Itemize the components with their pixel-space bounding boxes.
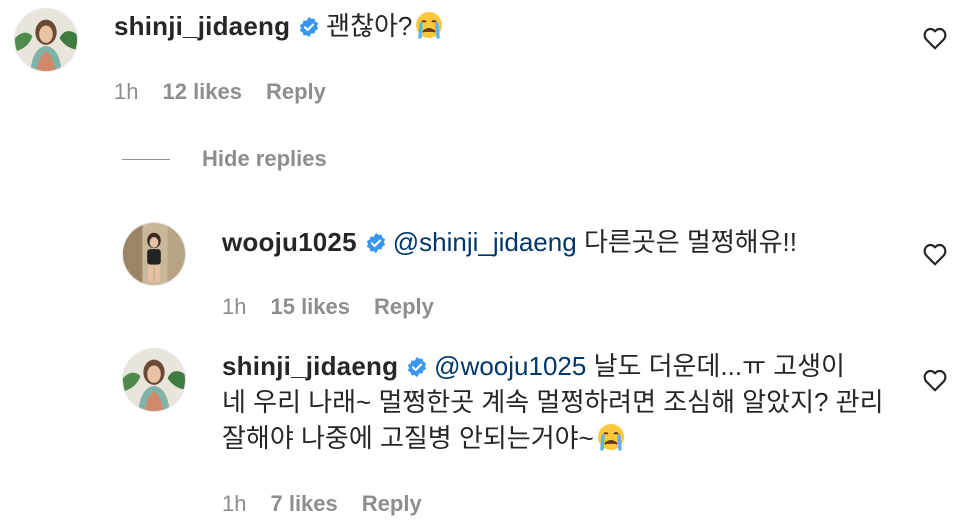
reply-button[interactable]: Reply (374, 294, 434, 320)
verified-badge-icon (365, 227, 387, 254)
comment-username[interactable]: shinji_jidaeng (222, 351, 398, 381)
avatar[interactable] (14, 8, 78, 72)
hide-replies-label: Hide replies (202, 146, 327, 171)
comment-meta: 1h 7 likes Reply (222, 491, 422, 517)
likes-count[interactable]: 7 likes (270, 491, 337, 517)
heart-icon[interactable] (922, 242, 948, 266)
comment-username[interactable]: wooju1025 (222, 227, 357, 257)
comment-text: shinji_jidaeng @wooju1025 날도 더운데...ㅠ 고생이 … (222, 348, 912, 456)
reply-button[interactable]: Reply (362, 491, 422, 517)
comment-meta: 1h 15 likes Reply (222, 294, 434, 320)
comment-body: 잘해야 나중에 고질병 안되는거야~ (222, 423, 594, 453)
comment-body: 괜찮아? (326, 11, 413, 41)
divider (122, 158, 170, 160)
crying-face-icon (596, 422, 626, 452)
comment-meta: 1h 12 likes Reply (114, 79, 326, 105)
mention-link[interactable]: @wooju1025 (434, 351, 586, 381)
verified-badge-icon (406, 351, 428, 378)
comment-line: 잘해야 나중에 고질병 안되는거야~ (222, 420, 912, 456)
mention-link[interactable]: @shinji_jidaeng (393, 227, 577, 257)
comment-timestamp[interactable]: 1h (222, 294, 246, 320)
comment-text: shinji_jidaeng 괜찮아? (114, 8, 444, 44)
comment-line: 네 우리 나래~ 멀쩡한곳 계속 멀쩡하려면 조심해 알았지? 관리 (222, 387, 884, 417)
comment-body: 다른곳은 멀쩡해유!! (583, 227, 797, 257)
reply-button[interactable]: Reply (266, 79, 326, 105)
comment-timestamp[interactable]: 1h (222, 491, 246, 517)
comment-text: wooju1025 @shinji_jidaeng 다른곳은 멀쩡해유!! (222, 224, 797, 260)
likes-count[interactable]: 15 likes (270, 294, 350, 320)
avatar[interactable] (122, 348, 186, 412)
avatar[interactable] (122, 222, 186, 286)
hide-replies-button[interactable]: Hide replies (122, 146, 327, 172)
comment-body: 날도 더운데...ㅠ 고생이 (593, 351, 845, 381)
heart-icon[interactable] (922, 26, 948, 50)
crying-face-icon (414, 10, 444, 40)
verified-badge-icon (298, 11, 320, 38)
likes-count[interactable]: 12 likes (162, 79, 242, 105)
comment-line: shinji_jidaeng @wooju1025 날도 더운데...ㅠ 고생이 (222, 348, 912, 384)
comment-username[interactable]: shinji_jidaeng (114, 11, 290, 41)
comment-timestamp[interactable]: 1h (114, 79, 138, 105)
heart-icon[interactable] (922, 368, 948, 392)
